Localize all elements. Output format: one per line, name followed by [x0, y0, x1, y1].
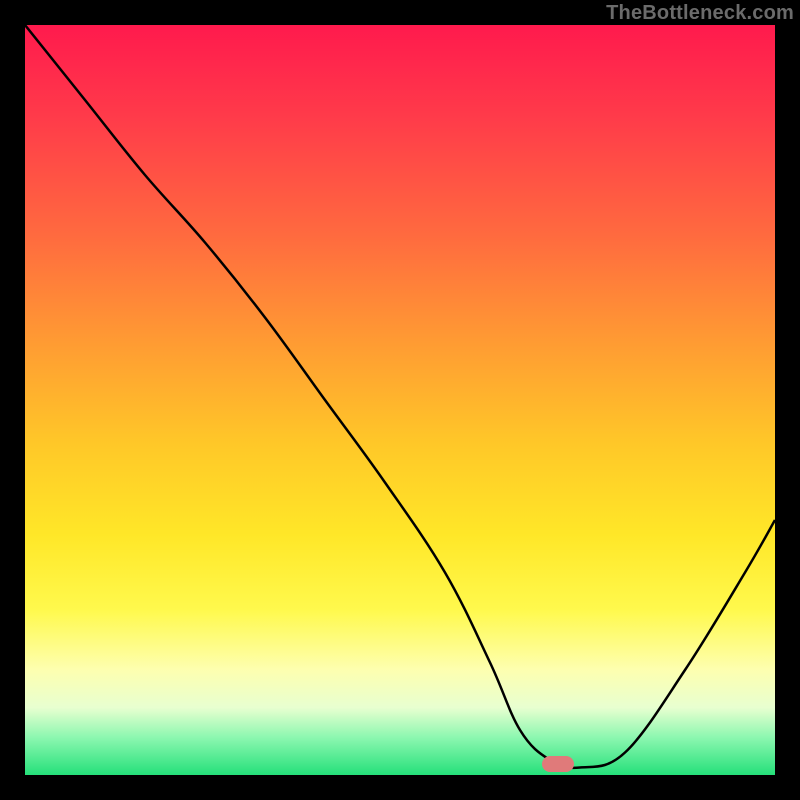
optimal-marker	[542, 756, 574, 772]
chart-frame: TheBottleneck.com	[0, 0, 800, 800]
bottleneck-curve	[25, 25, 775, 768]
curve-svg	[25, 25, 775, 775]
plot-area	[25, 25, 775, 775]
watermark-label: TheBottleneck.com	[606, 2, 794, 25]
